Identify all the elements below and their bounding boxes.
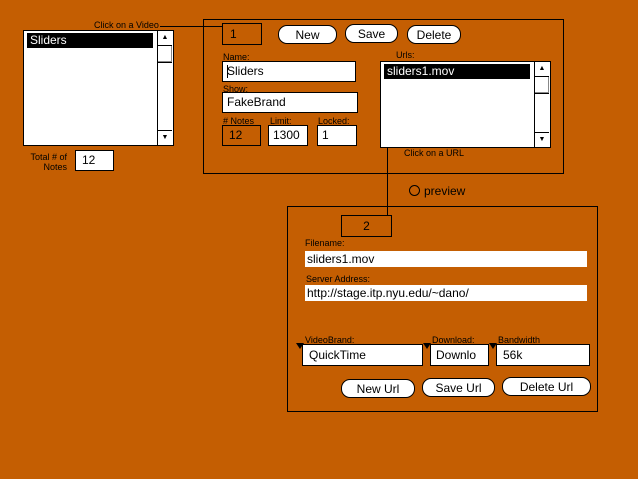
scroll-down-arrow-icon[interactable]: ▼	[158, 130, 172, 145]
new-url-button[interactable]: New Url	[341, 379, 415, 398]
delete-button[interactable]: Delete	[407, 25, 461, 44]
filename-field[interactable]: sliders1.mov	[305, 251, 587, 267]
preview-radio[interactable]	[409, 185, 420, 196]
scroll-thumb[interactable]	[158, 46, 172, 63]
total-notes-field[interactable]: 12	[75, 150, 114, 171]
url-list-hint: Click on a URL	[404, 148, 465, 158]
url-index-field: 2	[341, 215, 392, 237]
video-list-item[interactable]: Sliders	[27, 33, 153, 48]
total-notes-label: Total # of Notes	[30, 152, 67, 172]
locked-field[interactable]: 1	[317, 125, 357, 146]
video-index-field: 1	[222, 23, 262, 45]
url-list-item[interactable]: sliders1.mov	[384, 64, 530, 79]
server-address-field[interactable]: http://stage.itp.nyu.edu/~dano/	[305, 285, 587, 301]
bandwidth-select[interactable]: 56k	[496, 344, 590, 366]
limit-field[interactable]: 1300	[268, 125, 308, 146]
notes-count-field: 12	[222, 125, 261, 146]
scroll-down-arrow-icon[interactable]: ▼	[535, 132, 549, 147]
name-field[interactable]: Sliders	[222, 61, 356, 82]
server-address-label: Server Address:	[306, 274, 371, 284]
preview-label: preview	[424, 184, 466, 198]
show-field[interactable]: FakeBrand	[222, 92, 358, 113]
video-list[interactable]: Sliders ▲ ▼	[23, 30, 174, 146]
scroll-up-arrow-icon[interactable]: ▲	[158, 31, 172, 46]
url-list[interactable]: sliders1.mov ▲ ▼	[380, 61, 551, 148]
scroll-thumb[interactable]	[535, 77, 549, 94]
videobrand-select[interactable]: QuickTime	[302, 344, 423, 366]
text-cursor	[227, 65, 228, 78]
scroll-up-arrow-icon[interactable]: ▲	[535, 62, 549, 77]
url-list-scrollbar[interactable]: ▲ ▼	[534, 62, 550, 147]
delete-url-button[interactable]: Delete Url	[502, 377, 591, 396]
save-url-button[interactable]: Save Url	[422, 378, 495, 397]
filename-label: Filename:	[305, 238, 345, 248]
download-select[interactable]: Downlo	[430, 344, 489, 366]
video-list-hint: Click on a Video	[94, 20, 159, 30]
urls-label: Urls:	[396, 50, 415, 60]
video-list-scrollbar[interactable]: ▲ ▼	[157, 31, 173, 145]
save-button[interactable]: Save	[345, 24, 398, 43]
new-button[interactable]: New	[278, 25, 337, 44]
